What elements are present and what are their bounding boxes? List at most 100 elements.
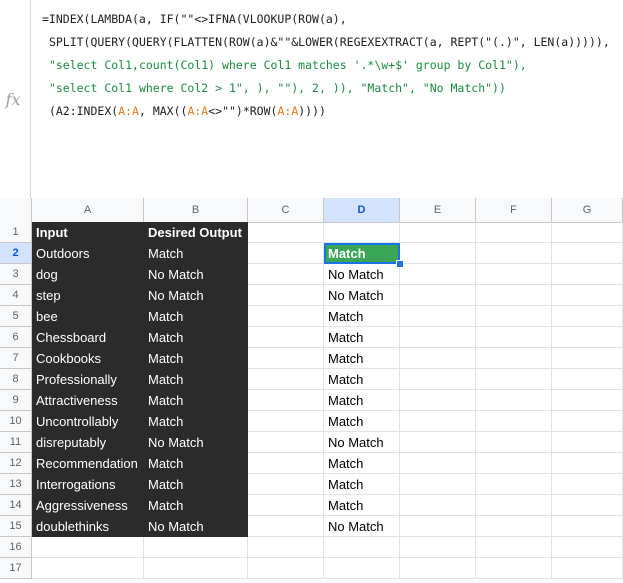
formula-text[interactable]: =INDEX(LAMBDA(a, IF(""<>IFNA(VLOOKUP(ROW… [42, 8, 620, 123]
cell-g1[interactable] [552, 222, 623, 243]
cell-d2[interactable]: Match [324, 243, 400, 264]
cell-a5[interactable]: bee [32, 306, 144, 327]
cell-f6[interactable] [476, 327, 552, 348]
cell-b17[interactable] [144, 558, 248, 579]
cell-a10[interactable]: Uncontrollably [32, 411, 144, 432]
cell-e17[interactable] [400, 558, 476, 579]
cell-g11[interactable] [552, 432, 623, 453]
cell-c10[interactable] [248, 411, 324, 432]
cell-g4[interactable] [552, 285, 623, 306]
cell-d11[interactable]: No Match [324, 432, 400, 453]
row-header[interactable]: 5 [0, 306, 32, 327]
cell-e12[interactable] [400, 453, 476, 474]
cell-a4[interactable]: step [32, 285, 144, 306]
cell-f12[interactable] [476, 453, 552, 474]
row-header[interactable]: 10 [0, 411, 32, 432]
cell-a11[interactable]: disreputably [32, 432, 144, 453]
cell-a6[interactable]: Chessboard [32, 327, 144, 348]
cell-d16[interactable] [324, 537, 400, 558]
cell-b7[interactable]: Match [144, 348, 248, 369]
cell-g16[interactable] [552, 537, 623, 558]
cell-a1[interactable]: Input [32, 222, 144, 243]
cell-a3[interactable]: dog [32, 264, 144, 285]
cell-e7[interactable] [400, 348, 476, 369]
cell-c9[interactable] [248, 390, 324, 411]
cell-c2[interactable] [248, 243, 324, 264]
cell-g9[interactable] [552, 390, 623, 411]
cell-e10[interactable] [400, 411, 476, 432]
cell-f15[interactable] [476, 516, 552, 537]
row-header[interactable]: 8 [0, 369, 32, 390]
cell-d4[interactable]: No Match [324, 285, 400, 306]
cell-g15[interactable] [552, 516, 623, 537]
cell-a7[interactable]: Cookbooks [32, 348, 144, 369]
row-header[interactable]: 9 [0, 390, 32, 411]
cell-a9[interactable]: Attractiveness [32, 390, 144, 411]
row-header[interactable]: 6 [0, 327, 32, 348]
cell-f8[interactable] [476, 369, 552, 390]
column-header-c[interactable]: C [248, 198, 324, 222]
cell-e11[interactable] [400, 432, 476, 453]
formula-bar[interactable]: fx =INDEX(LAMBDA(a, IF(""<>IFNA(VLOOKUP(… [0, 0, 623, 199]
cell-d17[interactable] [324, 558, 400, 579]
cell-f11[interactable] [476, 432, 552, 453]
cell-c13[interactable] [248, 474, 324, 495]
cell-e9[interactable] [400, 390, 476, 411]
cell-f4[interactable] [476, 285, 552, 306]
cell-c3[interactable] [248, 264, 324, 285]
spreadsheet-grid[interactable]: ABCDEFG 1 Input Desired Output 2 Outdoors Mat… [0, 198, 623, 583]
cell-c4[interactable] [248, 285, 324, 306]
cell-e15[interactable] [400, 516, 476, 537]
cell-e4[interactable] [400, 285, 476, 306]
cell-b15[interactable]: No Match [144, 516, 248, 537]
cell-f16[interactable] [476, 537, 552, 558]
cell-b4[interactable]: No Match [144, 285, 248, 306]
cell-f5[interactable] [476, 306, 552, 327]
cell-a16[interactable] [32, 537, 144, 558]
cell-e5[interactable] [400, 306, 476, 327]
row-header[interactable]: 2 [0, 243, 32, 264]
cell-a13[interactable]: Interrogations [32, 474, 144, 495]
cell-e8[interactable] [400, 369, 476, 390]
cell-c5[interactable] [248, 306, 324, 327]
row-header[interactable]: 15 [0, 516, 32, 537]
column-header-d[interactable]: D [324, 198, 400, 222]
cell-c12[interactable] [248, 453, 324, 474]
cell-a8[interactable]: Professionally [32, 369, 144, 390]
cell-f9[interactable] [476, 390, 552, 411]
cell-g17[interactable] [552, 558, 623, 579]
row-header[interactable]: 16 [0, 537, 32, 558]
row-header[interactable]: 1 [0, 222, 32, 243]
cell-d10[interactable]: Match [324, 411, 400, 432]
cell-e6[interactable] [400, 327, 476, 348]
cell-c11[interactable] [248, 432, 324, 453]
select-all-corner[interactable] [0, 198, 32, 222]
cell-a15[interactable]: doublethinks [32, 516, 144, 537]
row-header[interactable]: 4 [0, 285, 32, 306]
cell-g10[interactable] [552, 411, 623, 432]
cell-b8[interactable]: Match [144, 369, 248, 390]
column-header-a[interactable]: A [32, 198, 144, 222]
cell-e3[interactable] [400, 264, 476, 285]
cell-g13[interactable] [552, 474, 623, 495]
row-header[interactable]: 17 [0, 558, 32, 579]
row-header[interactable]: 11 [0, 432, 32, 453]
cell-f10[interactable] [476, 411, 552, 432]
column-header-e[interactable]: E [400, 198, 476, 222]
cell-g7[interactable] [552, 348, 623, 369]
cell-g6[interactable] [552, 327, 623, 348]
cell-g8[interactable] [552, 369, 623, 390]
cell-b1[interactable]: Desired Output [144, 222, 248, 243]
cell-d12[interactable]: Match [324, 453, 400, 474]
cell-d7[interactable]: Match [324, 348, 400, 369]
cell-c1[interactable] [248, 222, 324, 243]
cell-b12[interactable]: Match [144, 453, 248, 474]
cell-b5[interactable]: Match [144, 306, 248, 327]
row-header[interactable]: 14 [0, 495, 32, 516]
row-header[interactable]: 7 [0, 348, 32, 369]
cell-f13[interactable] [476, 474, 552, 495]
cell-g12[interactable] [552, 453, 623, 474]
row-header[interactable]: 12 [0, 453, 32, 474]
cell-b10[interactable]: Match [144, 411, 248, 432]
cell-d9[interactable]: Match [324, 390, 400, 411]
